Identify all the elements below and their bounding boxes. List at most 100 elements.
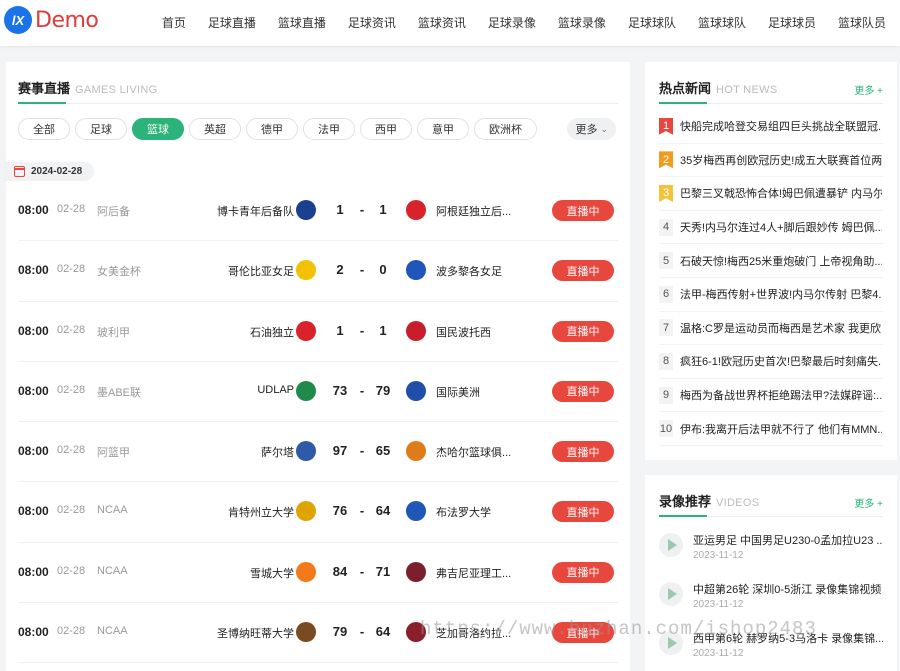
- live-button[interactable]: 直播中: [552, 501, 614, 523]
- news-title[interactable]: 天秀!内马尔连过4人+脚后跟妙传 姆巴佩...: [680, 219, 882, 235]
- news-item[interactable]: 5 石破天惊!梅西25米重炮破门 上帝视角助...: [659, 244, 883, 278]
- filter-more-button[interactable]: 更多 ⌄: [567, 118, 616, 140]
- home-team-name[interactable]: 石油独立: [250, 324, 294, 340]
- away-team-logo-icon[interactable]: [406, 622, 426, 643]
- away-team-logo-icon[interactable]: [406, 320, 426, 341]
- filter-chip-euro[interactable]: 欧洲杯: [474, 118, 537, 140]
- nav-item-football-teams[interactable]: 足球球队: [628, 14, 676, 31]
- news-title[interactable]: 温格:C罗是运动员而梅西是艺术家 我更欣...: [680, 320, 882, 336]
- nav-item-football-videos[interactable]: 足球录像: [488, 14, 536, 31]
- home-team-logo-icon[interactable]: [296, 501, 316, 522]
- filter-chip-bundesliga[interactable]: 德甲: [246, 118, 298, 140]
- home-team-name[interactable]: 圣博纳旺蒂大学: [217, 625, 294, 641]
- home-team-logo-icon[interactable]: [296, 200, 316, 220]
- nav-item-basketball-videos[interactable]: 篮球录像: [558, 14, 606, 31]
- nav-item-basketball-news[interactable]: 篮球资讯: [418, 14, 466, 31]
- nav-item-football-live[interactable]: 足球直播: [208, 14, 256, 31]
- news-item[interactable]: 2 35岁梅西再创欧冠历史!成五大联赛首位两...: [659, 144, 883, 178]
- away-team-name[interactable]: 杰哈尔篮球俱...: [436, 444, 511, 460]
- home-team-name[interactable]: 哥伦比亚女足: [228, 263, 294, 279]
- live-button[interactable]: 直播中: [552, 622, 614, 644]
- away-team-name[interactable]: 国民波托西: [436, 324, 491, 340]
- away-team-logo-icon[interactable]: [406, 200, 426, 220]
- away-team-logo-icon[interactable]: [406, 501, 426, 522]
- live-button[interactable]: 直播中: [552, 380, 614, 402]
- video-item[interactable]: 亚运男足 中国男足U230-0孟加拉U23 ... 2023-11-12: [659, 525, 883, 574]
- nav-item-basketball-players[interactable]: 篮球队员: [838, 14, 886, 31]
- match-league[interactable]: NCAA: [97, 565, 128, 577]
- away-team-name[interactable]: 布法罗大学: [436, 504, 491, 520]
- videos-more-link[interactable]: 更多 +: [854, 495, 883, 510]
- filter-chip-basketball[interactable]: 篮球: [132, 118, 184, 140]
- news-item[interactable]: 9 梅西为备战世界杯拒绝踢法甲?法媒辟谣:...: [659, 379, 883, 413]
- filter-chip-ligue1[interactable]: 法甲: [303, 118, 355, 140]
- filter-chip-premier-league[interactable]: 英超: [189, 118, 241, 140]
- nav-item-basketball-teams[interactable]: 篮球球队: [698, 14, 746, 31]
- nav-item-home[interactable]: 首页: [162, 14, 186, 31]
- filter-chip-all[interactable]: 全部: [18, 118, 70, 140]
- match-league[interactable]: 女美金杯: [97, 263, 141, 279]
- live-button[interactable]: 直播中: [552, 320, 614, 342]
- home-team-logo-icon[interactable]: [296, 561, 316, 582]
- news-title[interactable]: 石破天惊!梅西25米重炮破门 上帝视角助...: [680, 253, 882, 269]
- hot-news-more-link[interactable]: 更多 +: [854, 82, 883, 97]
- home-team-name[interactable]: 萨尔塔: [261, 444, 294, 460]
- home-team-name[interactable]: 雪城大学: [250, 565, 294, 581]
- filter-chip-football[interactable]: 足球: [75, 118, 127, 140]
- video-title[interactable]: 中超第26轮 深圳0-5浙江 录像集锦视频: [693, 581, 883, 597]
- news-title[interactable]: 法甲-梅西传射+世界波!内马尔传射 巴黎4...: [680, 286, 882, 302]
- home-team-name[interactable]: 博卡青年后备队: [217, 203, 294, 219]
- home-team-name[interactable]: UDLAP: [257, 384, 294, 396]
- away-team-name[interactable]: 弗吉尼亚理工...: [436, 565, 511, 581]
- filter-chip-laliga[interactable]: 西甲: [360, 118, 412, 140]
- away-team-logo-icon[interactable]: [406, 441, 426, 462]
- nav-item-football-players[interactable]: 足球球员: [768, 14, 816, 31]
- video-item[interactable]: 西甲第6轮 赫罗纳5-3马洛卡 录像集锦... 2023-11-12: [659, 623, 883, 671]
- match-league[interactable]: 墨ABE联: [97, 384, 141, 400]
- away-team-logo-icon[interactable]: [406, 260, 426, 281]
- news-item[interactable]: 3 巴黎三叉戟恐怖合体!姆巴佩遭暴铲 内马尔...: [659, 177, 883, 211]
- match-league[interactable]: 玻利甲: [97, 324, 130, 340]
- news-title[interactable]: 梅西为备战世界杯拒绝踢法甲?法媒辟谣:...: [680, 387, 882, 403]
- play-icon[interactable]: [659, 582, 683, 606]
- home-team-logo-icon[interactable]: [296, 260, 316, 281]
- news-title[interactable]: 疯狂6-1!欧冠历史首次!巴黎最后时刻痛失...: [680, 353, 882, 369]
- play-icon[interactable]: [659, 631, 683, 655]
- home-team-logo-icon[interactable]: [296, 320, 316, 341]
- away-team-name[interactable]: 阿根廷独立后...: [436, 203, 511, 219]
- away-team-name[interactable]: 国际美洲: [436, 384, 480, 400]
- news-item[interactable]: 4 天秀!内马尔连过4人+脚后跟妙传 姆巴佩...: [659, 211, 883, 245]
- match-league[interactable]: NCAA: [97, 504, 128, 516]
- news-title[interactable]: 35岁梅西再创欧冠历史!成五大联赛首位两...: [680, 152, 882, 168]
- home-team-name[interactable]: 肯特州立大学: [228, 504, 294, 520]
- news-item[interactable]: 6 法甲-梅西传射+世界波!内马尔传射 巴黎4...: [659, 278, 883, 312]
- site-logo[interactable]: lX Demo: [4, 6, 99, 34]
- news-item[interactable]: 1 快船完成哈登交易组四巨头挑战全联盟冠...: [659, 110, 883, 144]
- live-button[interactable]: 直播中: [552, 441, 614, 463]
- news-title[interactable]: 巴黎三叉戟恐怖合体!姆巴佩遭暴铲 内马尔...: [680, 185, 882, 201]
- live-button[interactable]: 直播中: [552, 260, 614, 282]
- news-item[interactable]: 7 温格:C罗是运动员而梅西是艺术家 我更欣...: [659, 312, 883, 346]
- away-team-logo-icon[interactable]: [406, 380, 426, 401]
- news-title[interactable]: 快船完成哈登交易组四巨头挑战全联盟冠...: [680, 118, 882, 134]
- play-icon[interactable]: [659, 533, 683, 557]
- live-button[interactable]: 直播中: [552, 561, 614, 583]
- away-team-name[interactable]: 芝加哥洛约拉...: [436, 625, 511, 641]
- nav-item-football-news[interactable]: 足球资讯: [348, 14, 396, 31]
- video-title[interactable]: 西甲第6轮 赫罗纳5-3马洛卡 录像集锦...: [693, 630, 883, 646]
- news-title[interactable]: 伊布:我离开后法甲就不行了 他们有MMN...: [680, 421, 882, 437]
- home-team-logo-icon[interactable]: [296, 622, 316, 643]
- video-item[interactable]: 中超第26轮 深圳0-5浙江 录像集锦视频 2023-11-12: [659, 574, 883, 623]
- video-title[interactable]: 亚运男足 中国男足U230-0孟加拉U23 ...: [693, 532, 883, 548]
- match-league[interactable]: NCAA: [97, 625, 128, 637]
- match-league[interactable]: 阿篮甲: [97, 444, 130, 460]
- filter-chip-serie-a[interactable]: 意甲: [417, 118, 469, 140]
- nav-item-basketball-live[interactable]: 篮球直播: [278, 14, 326, 31]
- away-team-name[interactable]: 波多黎各女足: [436, 263, 502, 279]
- home-team-logo-icon[interactable]: [296, 441, 316, 462]
- news-item[interactable]: 8 疯狂6-1!欧冠历史首次!巴黎最后时刻痛失...: [659, 345, 883, 379]
- live-button[interactable]: 直播中: [552, 200, 614, 221]
- away-team-logo-icon[interactable]: [406, 561, 426, 582]
- home-team-logo-icon[interactable]: [296, 380, 316, 401]
- match-league[interactable]: 阿后备: [97, 203, 130, 219]
